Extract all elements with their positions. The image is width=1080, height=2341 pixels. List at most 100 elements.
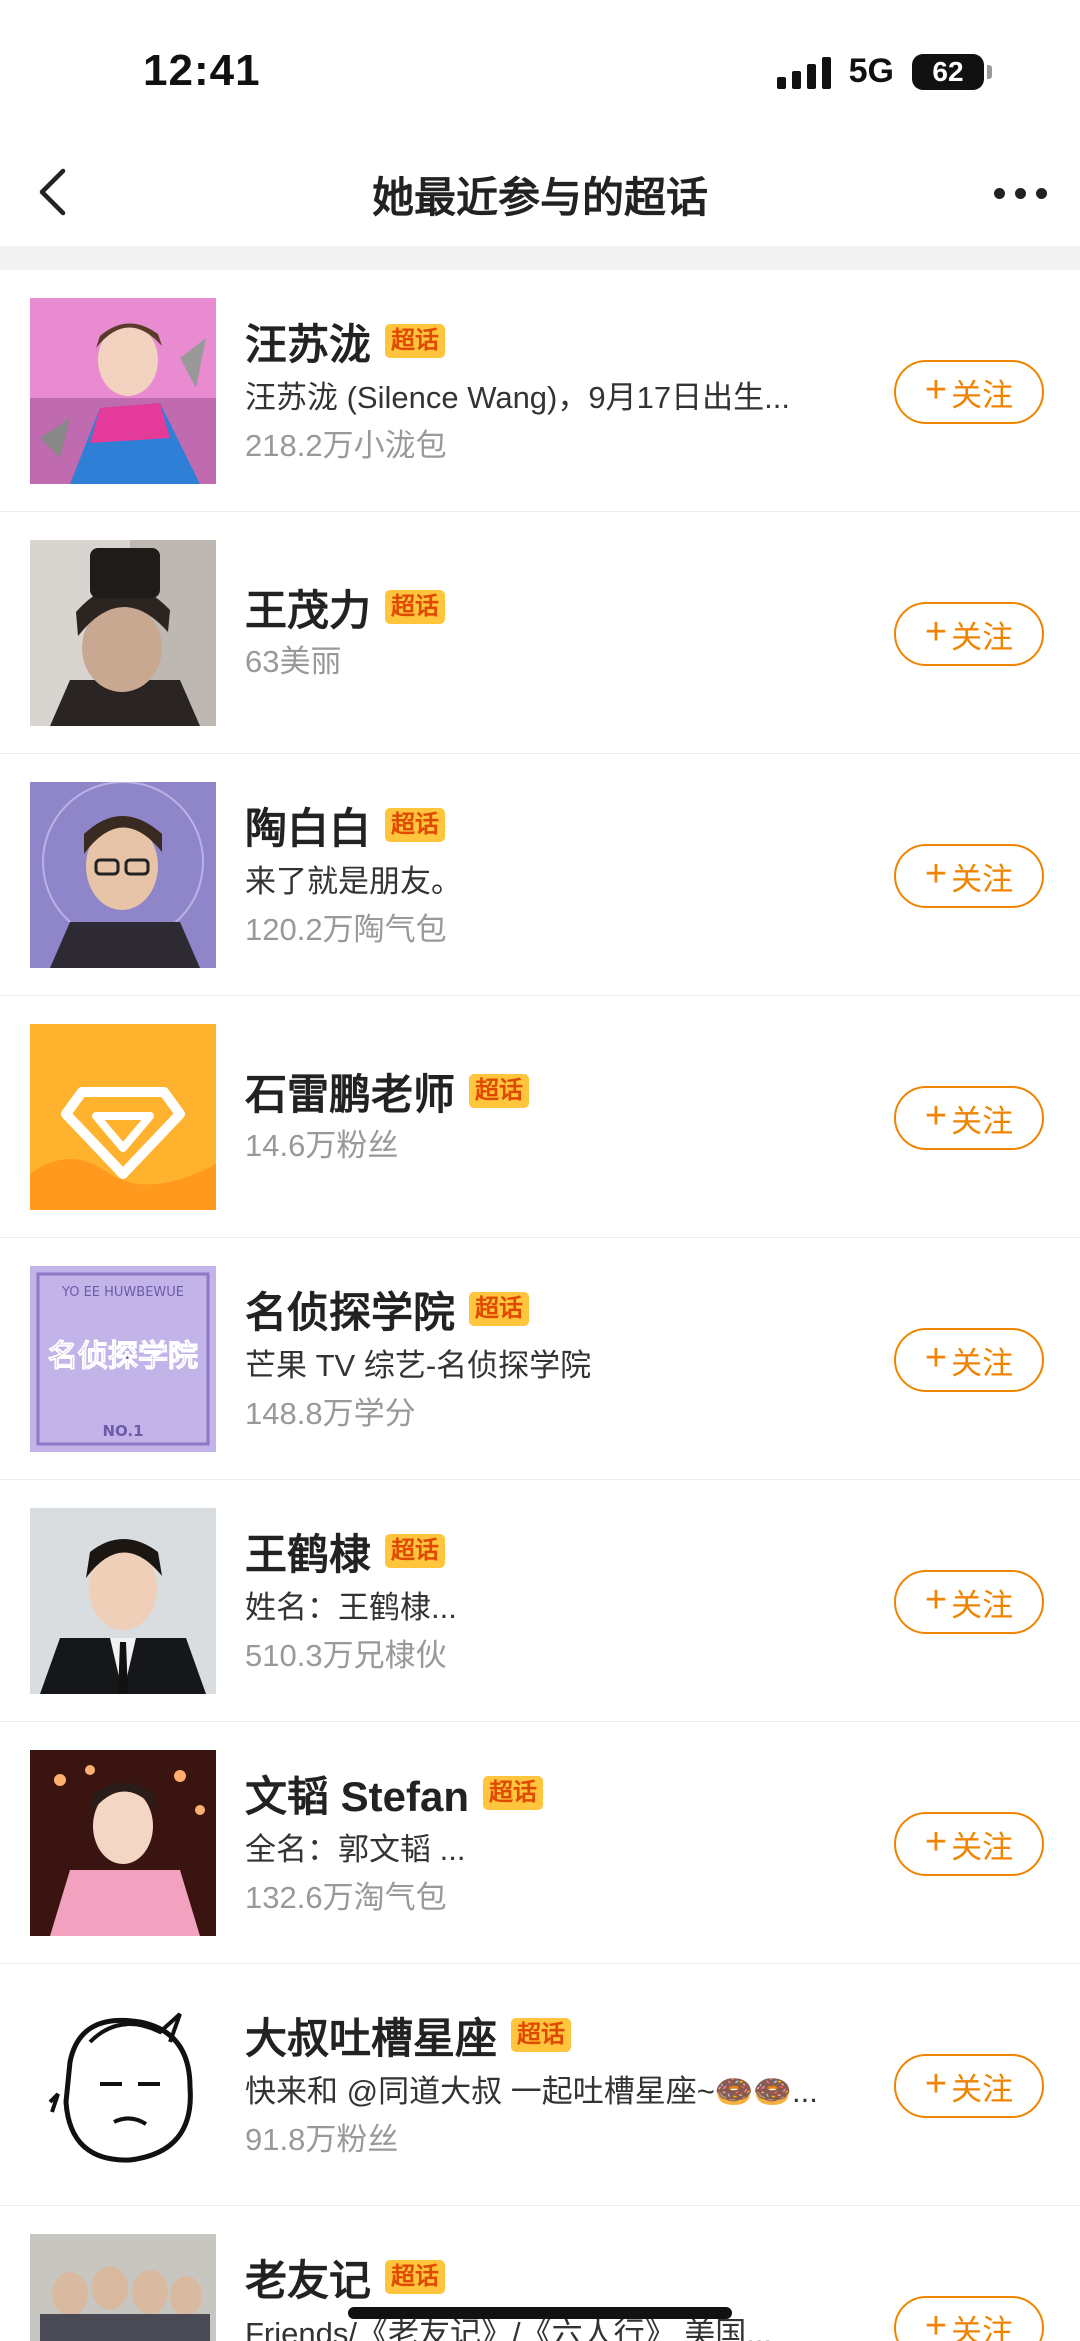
item-title: 王鹤棣	[245, 1530, 372, 1578]
home-indicator[interactable]	[348, 2307, 732, 2319]
list-item[interactable]: 老友记 超话 Friends/《老友记》/《六人行》 美国... + 关注	[0, 2206, 1080, 2341]
supertopic-badge: 超话	[469, 1074, 530, 1108]
item-info: 名侦探学院 超话 芒果 TV 综艺-名侦探学院 148.8万学分	[245, 1280, 865, 1436]
signal-icon	[776, 55, 831, 89]
follow-label: 关注	[951, 1103, 1014, 1139]
thumb-text: NO.1	[102, 1422, 143, 1440]
thumb-text: YO EE HUWBEWUE	[61, 1285, 184, 1300]
section-divider	[0, 246, 1080, 270]
battery-level: 62	[932, 55, 964, 87]
battery-icon: 62	[912, 53, 992, 90]
item-description: 芒果 TV 综艺-名侦探学院	[245, 1348, 592, 1383]
more-dot-icon	[993, 187, 1005, 199]
follow-label: 关注	[951, 1829, 1014, 1865]
follower-count: 91.8万粉丝	[245, 2122, 399, 2157]
avatar	[30, 2234, 216, 2341]
item-description: 快来和 @同道大叔 一起吐槽星座~🍩🍩...	[245, 2074, 818, 2109]
avatar	[30, 1992, 216, 2178]
supertopic-badge: 超话	[385, 590, 446, 624]
item-title: 石雷鹏老师	[245, 1070, 456, 1118]
follower-count: 510.3万兄棣伙	[245, 1638, 447, 1673]
follow-button[interactable]: + 关注	[894, 360, 1044, 424]
list-item[interactable]: 石雷鹏老师 超话 14.6万粉丝 + 关注	[0, 996, 1080, 1238]
status-bar: 12:41 5G 62	[0, 0, 1080, 140]
plus-icon: +	[924, 1821, 948, 1863]
item-title: 王茂力	[245, 586, 372, 634]
item-title: 名侦探学院	[245, 1288, 456, 1336]
follower-count: 218.2万小泷包	[245, 428, 447, 463]
list-item[interactable]: 陶白白 超话 来了就是朋友。 120.2万陶气包 + 关注	[0, 754, 1080, 996]
follower-count: 63美丽	[245, 644, 342, 679]
plus-icon: +	[924, 2305, 948, 2341]
status-time: 12:41	[143, 46, 261, 95]
more-dot-icon	[1014, 187, 1026, 199]
item-info: 大叔吐槽星座 超话 快来和 @同道大叔 一起吐槽星座~🍩🍩... 91.8万粉丝	[245, 2006, 865, 2162]
avatar	[30, 298, 216, 484]
follower-count: 14.6万粉丝	[245, 1128, 399, 1163]
plus-icon: +	[924, 611, 948, 653]
list-item[interactable]: 大叔吐槽星座 超话 快来和 @同道大叔 一起吐槽星座~🍩🍩... 91.8万粉丝…	[0, 1964, 1080, 2206]
item-title: 文韬 Stefan	[245, 1772, 470, 1820]
supertopic-badge: 超话	[469, 1292, 530, 1326]
follow-label: 关注	[951, 2313, 1014, 2341]
item-info: 王鹤棣 超话 姓名：王鹤棣... 510.3万兄棣伙	[245, 1522, 865, 1678]
thumb-text: 名侦探学院	[48, 1339, 198, 1374]
supertopic-list: 汪苏泷 超话 汪苏泷 (Silence Wang)，9月17日出生... 218…	[0, 270, 1080, 2341]
supertopic-badge: 超话	[385, 1534, 446, 1568]
list-item[interactable]: 王茂力 超话 63美丽 + 关注	[0, 512, 1080, 754]
follow-button[interactable]: + 关注	[894, 602, 1044, 666]
avatar: YO EE HUWBEWUE 名侦探学院 NO.1	[30, 1266, 216, 1452]
network-type: 5G	[848, 52, 894, 90]
more-options-button[interactable]	[982, 168, 1058, 218]
follow-button[interactable]: + 关注	[894, 1328, 1044, 1392]
supertopic-badge: 超话	[511, 2018, 572, 2052]
follower-count: 132.6万淘气包	[245, 1880, 447, 1915]
item-title: 老友记	[245, 2256, 372, 2304]
follow-button[interactable]: + 关注	[894, 844, 1044, 908]
item-info: 王茂力 超话 63美丽	[245, 578, 865, 684]
follow-button[interactable]: + 关注	[894, 1570, 1044, 1634]
follow-label: 关注	[951, 619, 1014, 655]
list-item[interactable]: 文韬 Stefan 超话 全名：郭文韬 ... 132.6万淘气包 + 关注	[0, 1722, 1080, 1964]
more-dot-icon	[1035, 187, 1047, 199]
supertopic-badge: 超话	[385, 808, 446, 842]
plus-icon: +	[924, 2063, 948, 2105]
plus-icon: +	[924, 853, 948, 895]
avatar	[30, 1508, 216, 1694]
item-info: 文韬 Stefan 超话 全名：郭文韬 ... 132.6万淘气包	[245, 1764, 865, 1920]
nav-bar: 她最近参与的超话	[0, 140, 1080, 246]
plus-icon: +	[924, 1095, 948, 1137]
plus-icon: +	[924, 1579, 948, 1621]
plus-icon: +	[924, 369, 948, 411]
follow-button[interactable]: + 关注	[894, 1086, 1044, 1150]
follow-button[interactable]: + 关注	[894, 1812, 1044, 1876]
item-title: 汪苏泷	[245, 320, 372, 368]
avatar	[30, 1024, 216, 1210]
supertopic-badge: 超话	[385, 2260, 446, 2294]
follow-label: 关注	[951, 1345, 1014, 1381]
item-description: 全名：郭文韬 ...	[245, 1832, 466, 1867]
item-info: 石雷鹏老师 超话 14.6万粉丝	[245, 1062, 865, 1168]
avatar	[30, 782, 216, 968]
list-item[interactable]: 汪苏泷 超话 汪苏泷 (Silence Wang)，9月17日出生... 218…	[0, 270, 1080, 512]
follow-label: 关注	[951, 2071, 1014, 2107]
follow-label: 关注	[951, 1587, 1014, 1623]
avatar	[30, 1750, 216, 1936]
item-info: 老友记 超话 Friends/《老友记》/《六人行》 美国...	[245, 2248, 865, 2341]
avatar	[30, 540, 216, 726]
item-title: 大叔吐槽星座	[245, 2014, 498, 2062]
supertopic-badge: 超话	[483, 1776, 544, 1810]
list-item[interactable]: 王鹤棣 超话 姓名：王鹤棣... 510.3万兄棣伙 + 关注	[0, 1480, 1080, 1722]
follow-button[interactable]: + 关注	[894, 2296, 1044, 2341]
supertopic-badge: 超话	[385, 324, 446, 358]
list-item[interactable]: YO EE HUWBEWUE 名侦探学院 NO.1 名侦探学院 超话 芒果 TV…	[0, 1238, 1080, 1480]
follower-count: 120.2万陶气包	[245, 912, 447, 947]
item-description: 姓名：王鹤棣...	[245, 1590, 457, 1625]
item-info: 陶白白 超话 来了就是朋友。 120.2万陶气包	[245, 796, 865, 952]
item-title: 陶白白	[245, 804, 372, 852]
follow-label: 关注	[951, 377, 1014, 413]
follower-count: 148.8万学分	[245, 1396, 416, 1431]
page-title: 她最近参与的超话	[371, 174, 708, 221]
follow-button[interactable]: + 关注	[894, 2054, 1044, 2118]
follow-label: 关注	[951, 861, 1014, 897]
